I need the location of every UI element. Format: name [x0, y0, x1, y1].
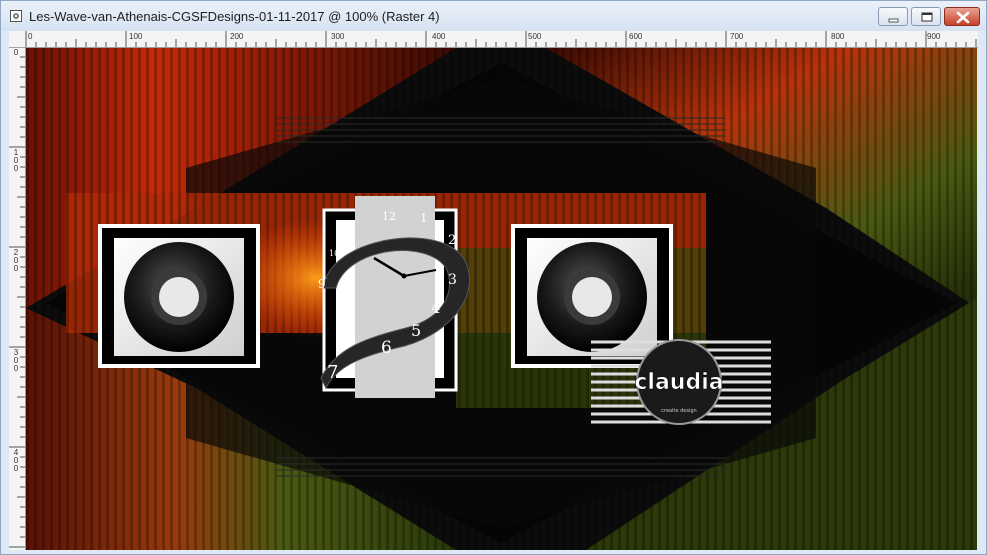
artwork: 12 1 2 3 4 5 6 7 8 9 10 claudia creatie …	[26, 48, 977, 550]
left-disc-frame	[98, 224, 260, 368]
close-icon	[956, 11, 970, 24]
ruler-label: 300	[13, 348, 19, 373]
image-window: Les-Wave-van-Athenais-CGSFDesigns-01-11-…	[0, 0, 987, 555]
window-titlebar[interactable]: Les-Wave-van-Athenais-CGSFDesigns-01-11-…	[1, 1, 986, 31]
svg-text:6: 6	[381, 338, 392, 358]
ruler-label: 600	[629, 32, 643, 41]
svg-text:claudia: claudia	[634, 370, 723, 395]
image-document-icon	[10, 10, 22, 22]
right-disc-frame	[511, 224, 673, 368]
vertical-ruler[interactable]: 0 100 200 300 400	[9, 47, 26, 550]
ruler-label: 0	[13, 48, 19, 57]
svg-text:creatie design: creatie design	[661, 408, 696, 414]
ruler-label: 100	[13, 148, 19, 173]
horizontal-ruler[interactable]: 0 100 200 300 400 500 600 700 800 900	[9, 31, 978, 48]
svg-text:8: 8	[339, 301, 347, 316]
svg-text:12: 12	[382, 210, 396, 223]
ruler-label: 900	[927, 32, 941, 41]
window-title: Les-Wave-van-Athenais-CGSFDesigns-01-11-…	[29, 9, 440, 24]
ruler-label: 500	[528, 32, 542, 41]
maximize-button[interactable]	[911, 7, 941, 26]
ruler-label: 300	[331, 32, 345, 41]
svg-text:9: 9	[318, 277, 326, 291]
minimize-button[interactable]	[878, 7, 908, 26]
ruler-label: 200	[13, 248, 19, 273]
clock-panel	[355, 196, 435, 398]
ruler-label: 400	[432, 32, 446, 41]
svg-text:4: 4	[431, 299, 441, 317]
ruler-label: 800	[831, 32, 845, 41]
restore-icon	[921, 12, 933, 22]
svg-text:2: 2	[448, 233, 456, 248]
svg-text:1: 1	[420, 211, 428, 225]
wall-clock: 12 1 2 3 4 5 6 7 8 9 10	[318, 196, 470, 398]
ruler-ticks	[9, 47, 25, 548]
ruler-label: 700	[730, 32, 744, 41]
svg-text:5: 5	[411, 321, 421, 340]
ruler-label: 400	[13, 448, 19, 473]
ruler-label: 200	[230, 32, 244, 41]
svg-text:7: 7	[327, 362, 338, 383]
ruler-label: 0	[28, 32, 33, 41]
image-canvas[interactable]: 12 1 2 3 4 5 6 7 8 9 10 claudia creatie …	[26, 48, 977, 550]
minimize-icon	[888, 18, 899, 23]
close-button[interactable]	[944, 7, 980, 26]
svg-text:3: 3	[448, 272, 457, 288]
svg-text:10: 10	[329, 249, 339, 258]
ruler-label: 100	[129, 32, 143, 41]
